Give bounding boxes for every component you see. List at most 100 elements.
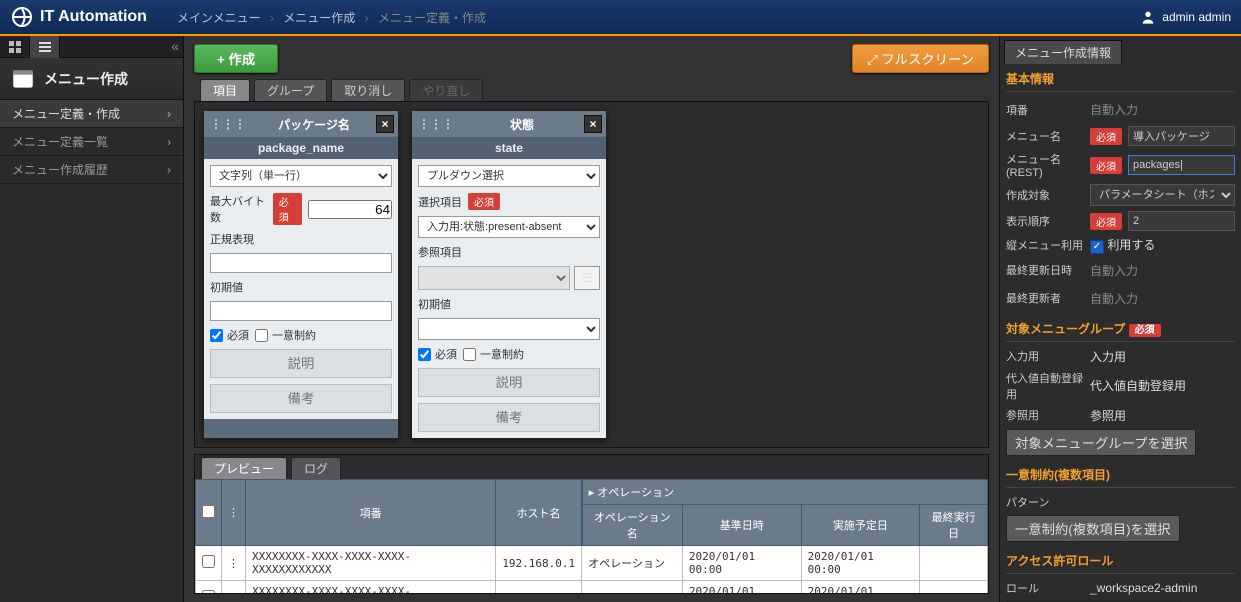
- logo-icon: [10, 5, 34, 29]
- section-roles: アクセス許可ロール ロール_workspace2-admin アクセス許可ロール…: [1006, 552, 1235, 602]
- select-all-checkbox[interactable]: [202, 505, 215, 518]
- preview-tab[interactable]: プレビュー: [201, 457, 287, 479]
- col-base-date: 基準日時: [682, 505, 801, 546]
- row-menu[interactable]: ⋮: [222, 581, 246, 594]
- row-checkbox[interactable]: [202, 555, 215, 568]
- preview-pane: プレビュー ログ ⋮ 項番 ホスト名 ▸ オペレーション オペレーション名 基準…: [194, 454, 989, 594]
- product-name: IT Automation: [40, 8, 147, 26]
- row-menu-header[interactable]: ⋮: [222, 480, 246, 546]
- section-menugroup: 対象メニューグループ 必須 入力用入力用 代入値自動登録用代入値自動登録用 参照…: [1006, 320, 1235, 456]
- table-row: ⋮ XXXXXXXX-XXXX-XXXX-XXXX-XXXXXXXXXXXX 1…: [196, 581, 988, 594]
- drag-handle-icon[interactable]: ⋮⋮⋮: [412, 117, 460, 131]
- note-input[interactable]: [210, 384, 392, 413]
- left-nav-header: メニュー作成: [0, 58, 183, 100]
- expand-icon: ▸: [589, 487, 598, 499]
- max-bytes-input[interactable]: [308, 200, 392, 219]
- init-label: 初期値: [418, 296, 600, 312]
- row-menu[interactable]: ⋮: [222, 546, 246, 581]
- init-select[interactable]: [418, 318, 600, 340]
- vertical-checkbox[interactable]: ✓: [1090, 240, 1104, 254]
- col-sched-date: 実施予定日: [801, 505, 920, 546]
- unique-checkbox[interactable]: [255, 329, 268, 342]
- required-checkbox[interactable]: [210, 329, 223, 342]
- grid-icon: [9, 41, 21, 53]
- desc-input[interactable]: [418, 368, 600, 397]
- regex-input[interactable]: [210, 253, 392, 273]
- left-rail: « メニュー作成 メニュー定義・作成› メニュー定義一覧› メニュー作成履歴›: [0, 36, 184, 602]
- card-close[interactable]: ×: [376, 115, 394, 133]
- select-menugroup-button[interactable]: 対象メニューグループを選択: [1006, 429, 1196, 456]
- field-card-package-name: ⋮⋮⋮ パッケージ名 × package_name 文字列（単一行） 最大バイト…: [203, 110, 399, 439]
- breadcrumb-0[interactable]: メインメニュー: [177, 11, 261, 25]
- card-title: 状態: [460, 116, 584, 133]
- col-no: 項番: [246, 480, 496, 546]
- tab-group[interactable]: グループ: [254, 79, 327, 101]
- ref-select[interactable]: [418, 266, 570, 290]
- col-operation-group: ▸ オペレーション: [582, 480, 988, 505]
- logo: IT Automation: [10, 5, 147, 29]
- design-canvas[interactable]: ⋮⋮⋮ パッケージ名 × package_name 文字列（単一行） 最大バイト…: [194, 101, 989, 448]
- required-badge: 必須: [468, 193, 500, 210]
- log-tab[interactable]: ログ: [291, 457, 341, 479]
- section-basic-title: 基本情報: [1006, 70, 1235, 92]
- required-badge: 必須: [273, 193, 302, 225]
- create-button[interactable]: 作成: [194, 44, 278, 73]
- init-input[interactable]: [210, 301, 392, 321]
- tab-redo[interactable]: やり直し: [409, 79, 483, 101]
- rail-view-grid[interactable]: [0, 36, 30, 58]
- required-checkbox[interactable]: [418, 348, 431, 361]
- target-select[interactable]: パラメータシート（ホスト/オペレーションあり）: [1090, 184, 1235, 206]
- section-basic: 基本情報 項番自動入力 メニュー名必須 メニュー名(REST)必須 作成対象パラ…: [1006, 70, 1235, 310]
- rail-collapse[interactable]: «: [171, 38, 179, 54]
- drag-handle-icon[interactable]: ⋮⋮⋮: [204, 117, 252, 131]
- section-menugroup-title: 対象メニューグループ 必須: [1006, 320, 1235, 342]
- field-type-select[interactable]: 文字列（単一行）: [210, 165, 392, 187]
- select-unique-button[interactable]: 一意制約(複数項目)を選択: [1006, 515, 1180, 542]
- user-menu[interactable]: admin admin: [1140, 9, 1231, 25]
- rail-view-list[interactable]: [30, 36, 60, 58]
- topbar: IT Automation メインメニュー › メニュー作成 › メニュー定義・…: [0, 0, 1241, 36]
- col-host: ホスト名: [496, 480, 582, 546]
- card-close[interactable]: ×: [584, 115, 602, 133]
- order-input[interactable]: [1128, 211, 1235, 231]
- nav-item-list[interactable]: メニュー定義一覧›: [0, 128, 183, 156]
- col-last-exec: 最終実行日: [920, 505, 988, 546]
- select-item-label: 選択項目: [418, 194, 462, 210]
- ref-pick-button[interactable]: ☰: [574, 266, 600, 290]
- ref-label: 参照項目: [418, 244, 600, 260]
- regex-label: 正規表現: [210, 231, 392, 247]
- field-type-select[interactable]: プルダウン選択: [418, 165, 600, 187]
- table-row: ⋮ XXXXXXXX-XXXX-XXXX-XXXX-XXXXXXXXXXXX 1…: [196, 546, 988, 581]
- row-checkbox[interactable]: [202, 590, 215, 593]
- main-area: 作成 ⤢ フルスクリーン 項目 グループ 取り消し やり直し ⋮⋮⋮ パッケージ…: [184, 36, 999, 602]
- list-icon: [39, 41, 51, 53]
- unique-checkbox[interactable]: [463, 348, 476, 361]
- card-subtitle: package_name: [204, 137, 398, 159]
- menu-name-input[interactable]: [1128, 126, 1235, 146]
- tab-item[interactable]: 項目: [200, 79, 250, 101]
- fullscreen-button[interactable]: ⤢ フルスクリーン: [852, 44, 989, 73]
- menu-create-icon: [10, 66, 36, 92]
- nav-item-define[interactable]: メニュー定義・作成›: [0, 100, 183, 128]
- max-bytes-label: 最大バイト数: [210, 193, 267, 225]
- right-panel: メニュー作成情報 基本情報 項番自動入力 メニュー名必須 メニュー名(REST)…: [999, 36, 1241, 602]
- breadcrumb-1[interactable]: メニュー作成: [283, 11, 355, 25]
- desc-input[interactable]: [210, 349, 392, 378]
- tab-undo[interactable]: 取り消し: [331, 79, 405, 101]
- expand-icon: ⤢: [867, 52, 881, 67]
- rpanel-tab[interactable]: メニュー作成情報: [1004, 40, 1122, 64]
- list-icon: ☰: [582, 271, 593, 285]
- col-op-name: オペレーション名: [582, 505, 683, 546]
- select-item-value[interactable]: 入力用:状態:present-absent: [418, 216, 600, 238]
- card-title: パッケージ名: [252, 116, 376, 133]
- nav-item-history[interactable]: メニュー作成履歴›: [0, 156, 183, 184]
- note-input[interactable]: [418, 403, 600, 432]
- breadcrumb-2: メニュー定義・作成: [378, 11, 486, 25]
- section-unique: 一意制約(複数項目) パターン 一意制約(複数項目)を選択: [1006, 466, 1235, 542]
- field-card-state: ⋮⋮⋮ 状態 × state プルダウン選択 選択項目 必須 入力用:状態:pr…: [411, 110, 607, 439]
- user-icon: [1140, 9, 1156, 25]
- preview-table: ⋮ 項番 ホスト名 ▸ オペレーション オペレーション名 基準日時 実施予定日 …: [195, 479, 988, 593]
- edit-tabs: 項目 グループ 取り消し やり直し: [194, 79, 989, 101]
- menu-rest-input[interactable]: [1128, 155, 1235, 175]
- breadcrumb: メインメニュー › メニュー作成 › メニュー定義・作成: [177, 9, 1140, 26]
